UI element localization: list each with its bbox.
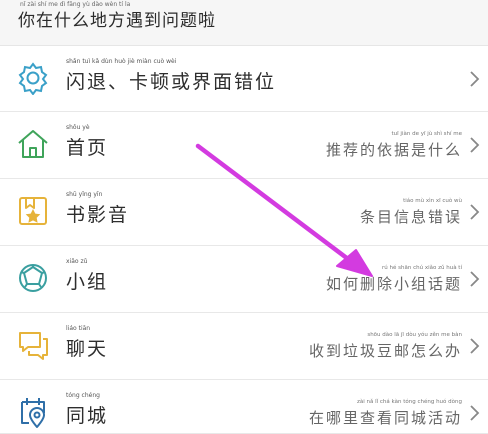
group-icon xyxy=(19,264,47,292)
item-label-pinyin: shǒu yè xyxy=(66,124,90,131)
item-label-pinyin: xiǎo zǔ xyxy=(66,258,88,265)
list-item-local[interactable]: tóng chéng 同城 zài nǎ lǐ chá kàn tóng ché… xyxy=(0,380,488,434)
item-hint-pinyin: shōu dào lā jī dòu yóu zěn me bàn xyxy=(367,332,462,338)
item-hint-pinyin: zài nǎ lǐ chá kàn tóng chéng huó dòng xyxy=(356,399,462,405)
item-hint: 条目信息错误 xyxy=(359,208,462,226)
item-hint: 推荐的依据是什么 xyxy=(325,141,462,159)
item-label: 同城 xyxy=(66,405,109,427)
list-item-crash-ui[interactable]: shǎn tuì kǎ dùn huò jiè miàn cuò wèi 闪退、… xyxy=(0,46,488,112)
chevron-right-icon xyxy=(470,204,480,220)
chevron-right-icon xyxy=(470,71,480,87)
item-label-pinyin: shū yǐng yīn xyxy=(66,191,103,198)
list-item-chat[interactable]: liáo tiān 聊天 shōu dào lā jī dòu yóu zěn … xyxy=(0,313,488,380)
item-label: 书影音 xyxy=(66,204,130,226)
list-item-books-movies-music[interactable]: shū yǐng yīn 书影音 tiáo mù xìn xī cuò wù 条… xyxy=(0,179,488,246)
item-label-pinyin: tóng chéng xyxy=(66,392,100,399)
gear-icon xyxy=(18,62,48,95)
item-hint-pinyin: tuī jiàn de yī jù shì shí me xyxy=(391,131,463,137)
item-label: 小组 xyxy=(66,271,109,293)
chevron-right-icon xyxy=(470,271,480,287)
list-item-home[interactable]: shǒu yè 首页 tuī jiàn de yī jù shì shí me … xyxy=(0,112,488,179)
item-hint-pinyin: rú hé shān chú xiǎo zǔ huà tí xyxy=(382,265,462,271)
item-label: 聊天 xyxy=(66,338,109,360)
chevron-right-icon xyxy=(470,338,480,354)
item-label: 首页 xyxy=(66,137,109,159)
home-icon xyxy=(18,130,48,158)
item-hint-pinyin: tiáo mù xìn xī cuò wù xyxy=(403,198,462,204)
item-label: 闪退、卡顿或界面错位 xyxy=(66,71,277,93)
item-label-pinyin: liáo tiān xyxy=(66,325,91,332)
chevron-right-icon xyxy=(470,405,480,421)
chat-icon xyxy=(19,332,48,360)
item-hint: 收到垃圾豆邮怎么办 xyxy=(308,342,462,360)
page-header: nǐ zài shí me dì fāng yù dào wèn tí la 你… xyxy=(0,0,488,46)
page-title: 你在什么地方遇到问题啦 xyxy=(18,11,216,31)
item-hint: 在哪里查看同城活动 xyxy=(308,409,462,427)
item-hint: 如何删除小组话题 xyxy=(325,275,462,293)
list-item-group[interactable]: xiǎo zǔ 小组 rú hé shān chú xiǎo zǔ huà tí… xyxy=(0,246,488,313)
location-calendar-icon xyxy=(21,398,45,428)
item-label-pinyin: shǎn tuì kǎ dùn huò jiè miàn cuò wèi xyxy=(66,58,177,65)
chevron-right-icon xyxy=(470,137,480,153)
bookmark-star-icon xyxy=(19,197,47,225)
